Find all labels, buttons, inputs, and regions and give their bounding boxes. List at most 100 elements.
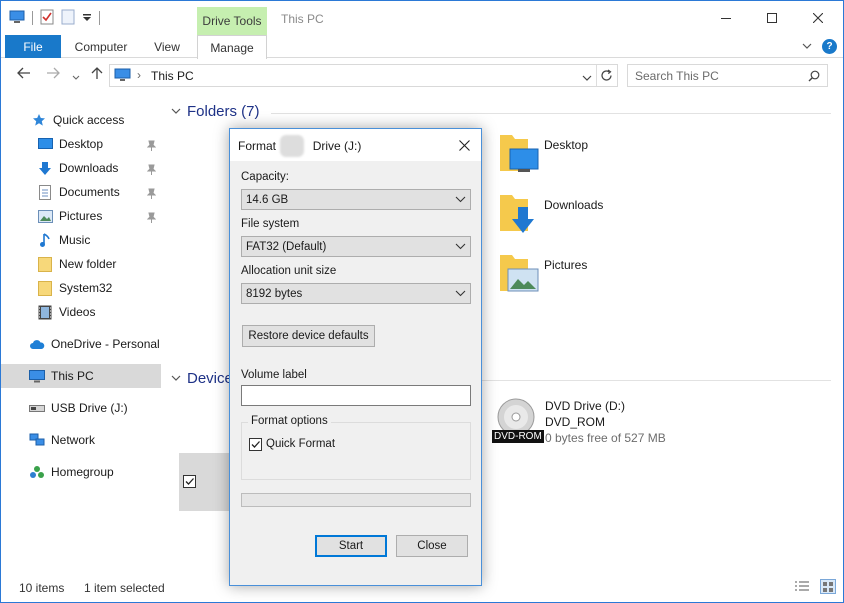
usb-drive-icon — [29, 400, 45, 416]
maximize-button[interactable] — [749, 1, 795, 35]
folder-icon — [37, 280, 53, 296]
new-folder-icon[interactable] — [61, 9, 75, 28]
help-icon[interactable]: ? — [822, 39, 837, 54]
start-button[interactable]: Start — [315, 535, 387, 557]
pin-icon — [146, 188, 157, 199]
nav-item-usb-drive[interactable]: USB Drive (J:) — [29, 396, 161, 420]
folder-tile-desktop[interactable]: Desktop — [498, 131, 698, 181]
navigation-bar: › This PC Search This PC — [1, 58, 843, 94]
folder-label: Downloads — [544, 198, 604, 212]
up-arrow-icon[interactable] — [91, 67, 103, 83]
dvd-drive-name: DVD Drive (D:) — [545, 399, 625, 413]
pin-icon — [146, 212, 157, 223]
nav-item-desktop[interactable]: Desktop — [37, 132, 161, 156]
volume-label-label: Volume label — [241, 369, 307, 381]
minimize-button[interactable] — [703, 1, 749, 35]
forward-arrow-icon[interactable] — [46, 67, 60, 82]
tab-file[interactable]: File — [5, 35, 61, 58]
tab-computer[interactable]: Computer — [67, 35, 135, 58]
music-note-icon — [37, 232, 53, 248]
quick-format-label[interactable]: Quick Format — [266, 438, 335, 450]
this-pc-icon — [114, 68, 131, 85]
tab-manage[interactable]: Manage — [197, 35, 267, 59]
nav-item-new-folder[interactable]: New folder — [37, 252, 161, 276]
large-icons-view-icon[interactable] — [820, 579, 836, 594]
nav-label: This PC — [51, 369, 94, 383]
nav-quick-access[interactable]: Quick access — [31, 108, 161, 132]
allocation-unit-select[interactable]: 8192 bytes — [241, 283, 471, 304]
devices-group-header[interactable]: Device — [171, 370, 233, 387]
tab-view[interactable]: View — [143, 35, 191, 58]
address-bar[interactable]: › This PC — [109, 64, 618, 87]
nav-item-homegroup[interactable]: Homegroup — [29, 460, 161, 484]
address-dropdown-chevron-icon[interactable] — [582, 71, 592, 85]
nav-label: Desktop — [59, 137, 104, 151]
network-icon — [29, 432, 45, 448]
format-options-label: Format options — [248, 415, 331, 427]
redacted-label — [280, 135, 304, 157]
pictures-folder-icon — [500, 255, 539, 292]
close-button[interactable] — [795, 1, 841, 35]
capacity-select[interactable]: 14.6 GB — [241, 189, 471, 210]
volume-label-input[interactable] — [241, 385, 471, 406]
properties-icon[interactable] — [40, 9, 54, 28]
group-divider — [271, 113, 831, 114]
expand-ribbon-icon[interactable] — [802, 40, 812, 54]
nav-item-system32[interactable]: System32 — [37, 276, 161, 300]
nav-item-videos[interactable]: Videos — [37, 300, 161, 324]
restore-defaults-button[interactable]: Restore device defaults — [242, 325, 375, 347]
format-dialog: Format Drive (J:) Capacity: 14.6 GB File… — [229, 128, 482, 586]
nav-item-music[interactable]: Music — [37, 228, 161, 252]
folder-tile-downloads[interactable]: Downloads — [498, 191, 698, 241]
quick-format-checkbox[interactable] — [249, 438, 262, 451]
drive-tools-contextual-tab: Drive Tools — [197, 7, 267, 35]
customize-toolbar-dropdown-icon[interactable] — [82, 11, 92, 25]
folder-icon — [37, 256, 53, 272]
folder-tile-pictures[interactable]: Pictures — [498, 251, 698, 301]
nav-item-this-pc[interactable]: This PC — [1, 364, 161, 388]
quick-access-toolbar — [9, 9, 100, 27]
dialog-close-icon[interactable] — [454, 135, 474, 155]
computer-icon[interactable] — [9, 10, 25, 27]
dialog-title-bar: Format Drive (J:) — [230, 129, 481, 161]
folders-group-header[interactable]: Folders (7) — [171, 103, 260, 120]
navigation-pane: Quick access Desktop Downloads Documents… — [1, 101, 166, 571]
nav-label: Downloads — [59, 161, 119, 175]
nav-item-network[interactable]: Network — [29, 428, 161, 452]
search-box[interactable]: Search This PC — [627, 64, 828, 87]
file-system-label: File system — [241, 218, 300, 230]
nav-item-documents[interactable]: Documents — [37, 180, 161, 204]
nav-item-pictures[interactable]: Pictures — [37, 204, 161, 228]
selection-count: 1 item selected — [84, 581, 165, 595]
pin-icon — [146, 140, 157, 151]
folders-group-label: Folders (7) — [187, 103, 260, 120]
divider — [99, 11, 100, 25]
format-options-group: Format options Quick Format — [241, 415, 471, 480]
homegroup-icon — [29, 464, 45, 480]
dialog-title-prefix: Format — [238, 139, 277, 153]
allocation-unit-value: 8192 bytes — [246, 287, 303, 300]
selected-drive-tile[interactable] — [179, 453, 231, 511]
breadcrumb-this-pc[interactable]: This PC — [151, 69, 194, 83]
nav-label: System32 — [59, 281, 113, 295]
dvd-drive-tile[interactable]: DVD-ROM DVD Drive (D:) DVD_ROM 0 bytes f… — [491, 397, 791, 449]
chevron-down-icon — [455, 196, 466, 203]
dialog-close-button[interactable]: Close — [396, 535, 468, 557]
recent-locations-chevron-icon[interactable] — [72, 69, 80, 84]
nav-item-onedrive[interactable]: OneDrive - Personal — [29, 332, 161, 356]
refresh-icon[interactable] — [600, 69, 613, 85]
file-system-select[interactable]: FAT32 (Default) — [241, 236, 471, 257]
selection-checkbox[interactable] — [183, 475, 196, 488]
desktop-folder-icon — [500, 135, 539, 172]
nav-label: Network — [51, 433, 96, 447]
nav-label: Quick access — [53, 113, 125, 127]
devices-group-label: Device — [187, 370, 233, 387]
search-icon[interactable] — [808, 70, 820, 85]
collapse-chevron-icon — [171, 375, 181, 381]
nav-item-downloads[interactable]: Downloads — [37, 156, 161, 180]
details-view-icon[interactable] — [794, 580, 810, 596]
dvd-volume-label: DVD_ROM — [545, 415, 606, 429]
chevron-down-icon — [455, 243, 466, 250]
back-arrow-icon[interactable] — [17, 67, 31, 82]
dvd-rom-badge: DVD-ROM — [492, 430, 544, 443]
